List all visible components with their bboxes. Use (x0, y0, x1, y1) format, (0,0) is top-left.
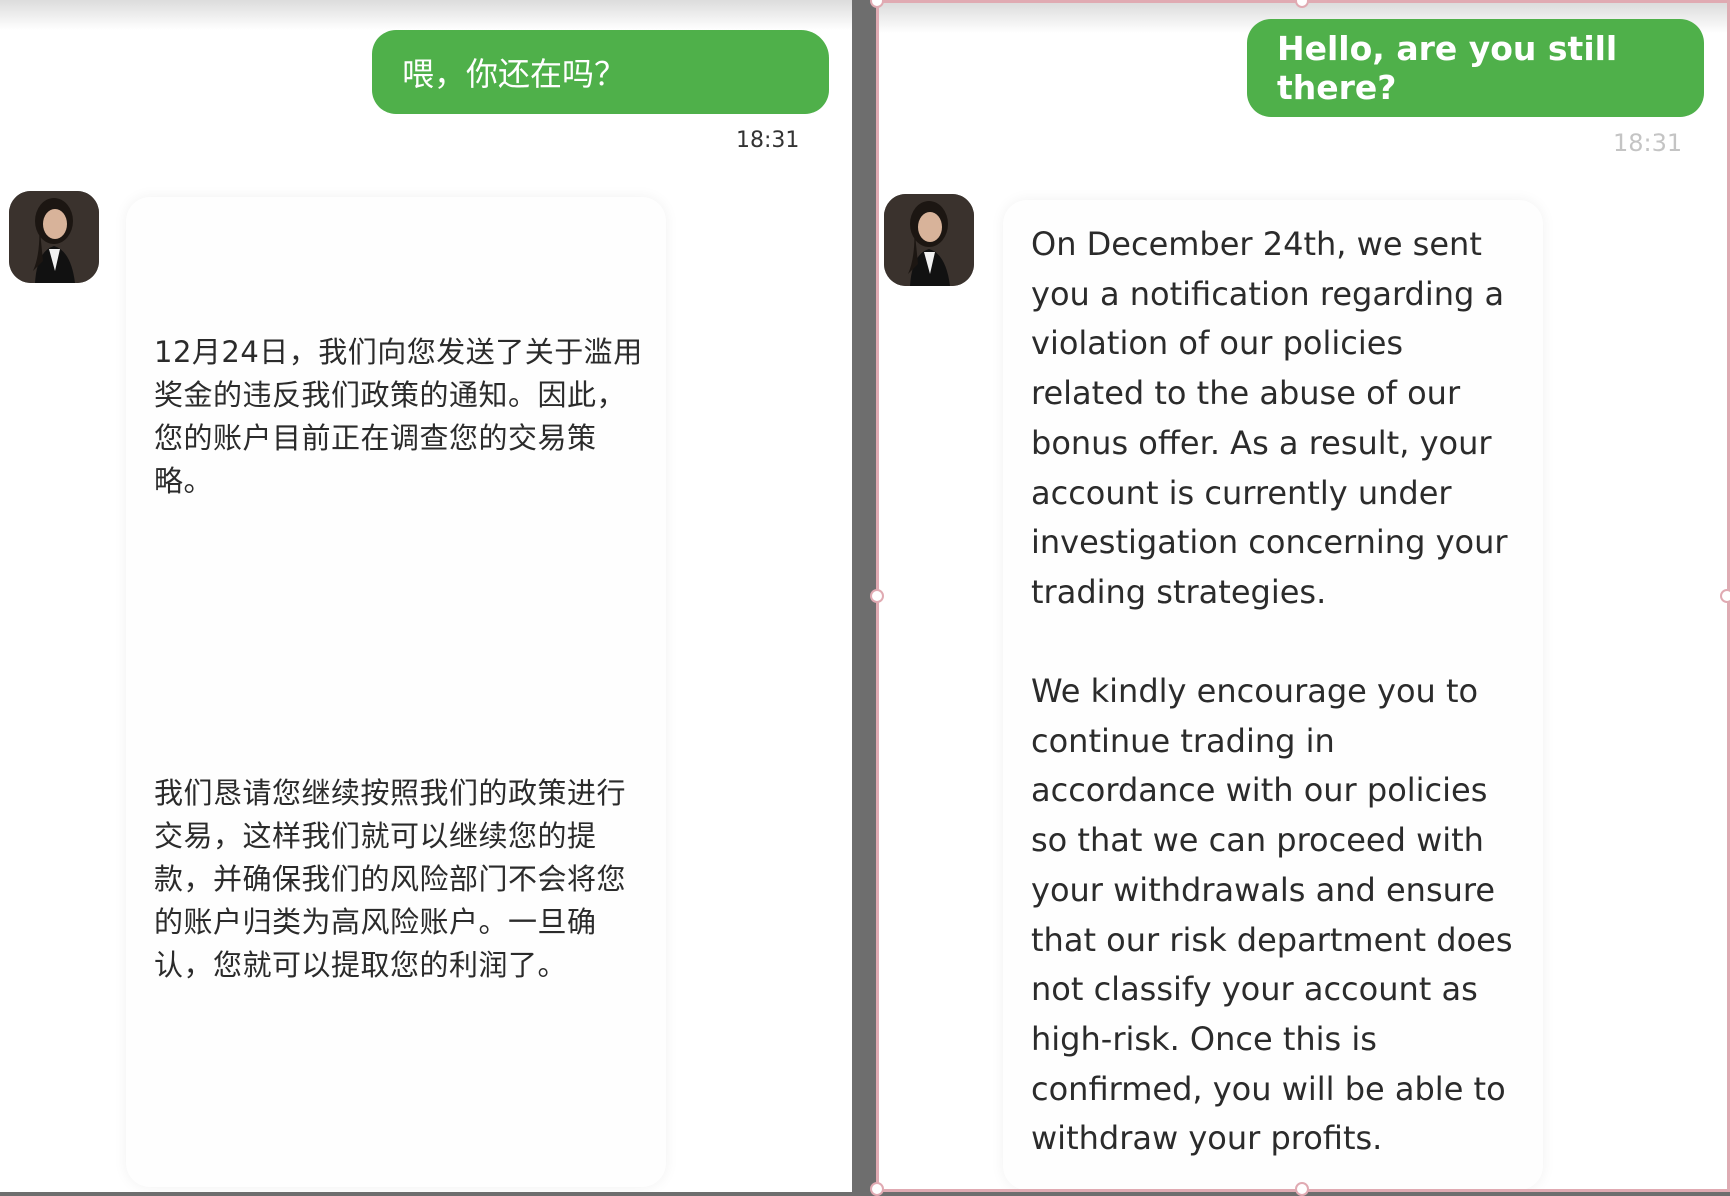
agent-avatar-photo-icon (884, 194, 974, 286)
agent-avatar[interactable] (884, 194, 974, 286)
message-timestamp: 18:31 (736, 128, 800, 153)
resize-handle-middle-left[interactable] (870, 589, 884, 603)
reply-paragraph-1: On December 24th, we sent you a notifica… (1031, 225, 1508, 611)
agent-avatar-photo-icon (9, 191, 99, 283)
resize-handle-bottom-left[interactable] (870, 1182, 884, 1196)
agent-avatar[interactable] (9, 191, 99, 283)
resize-handle-bottom-center[interactable] (1295, 1182, 1309, 1196)
chat-panel-chinese: 喂，你还在吗？ 18:31 12月24日，我们向您发送了关于滥用奖金的违反我们政… (0, 0, 852, 1192)
sent-message-text: 喂，你还在吗？ (402, 55, 627, 93)
top-fade (0, 0, 852, 30)
received-message-bubble[interactable]: 12月24日，我们向您发送了关于滥用奖金的违反我们政策的通知。因此，您的账户目前… (126, 197, 666, 1187)
sent-message-text: Hello, are you still there? (1277, 29, 1618, 107)
reply-paragraph-2: We kindly encourage you to continue trad… (1031, 672, 1513, 1158)
chat-panel-english[interactable]: Hello, are you still there? 18:31 On Dec… (876, 0, 1730, 1192)
reply-paragraph-2: 我们恳请您继续按照我们的政策进行交易，这样我们就可以继续您的提款，并确保我们的风… (154, 776, 627, 982)
resize-handle-middle-right[interactable] (1720, 589, 1730, 603)
message-timestamp: 18:31 (1613, 129, 1683, 157)
reply-paragraph-1: 12月24日，我们向您发送了关于滥用奖金的违反我们政策的通知。因此，您的账户目前… (154, 335, 643, 498)
received-message-bubble[interactable]: On December 24th, we sent you a notifica… (1003, 200, 1543, 1189)
sent-message-bubble[interactable]: Hello, are you still there? (1247, 19, 1704, 117)
sent-message-bubble[interactable]: 喂，你还在吗？ (372, 30, 829, 114)
